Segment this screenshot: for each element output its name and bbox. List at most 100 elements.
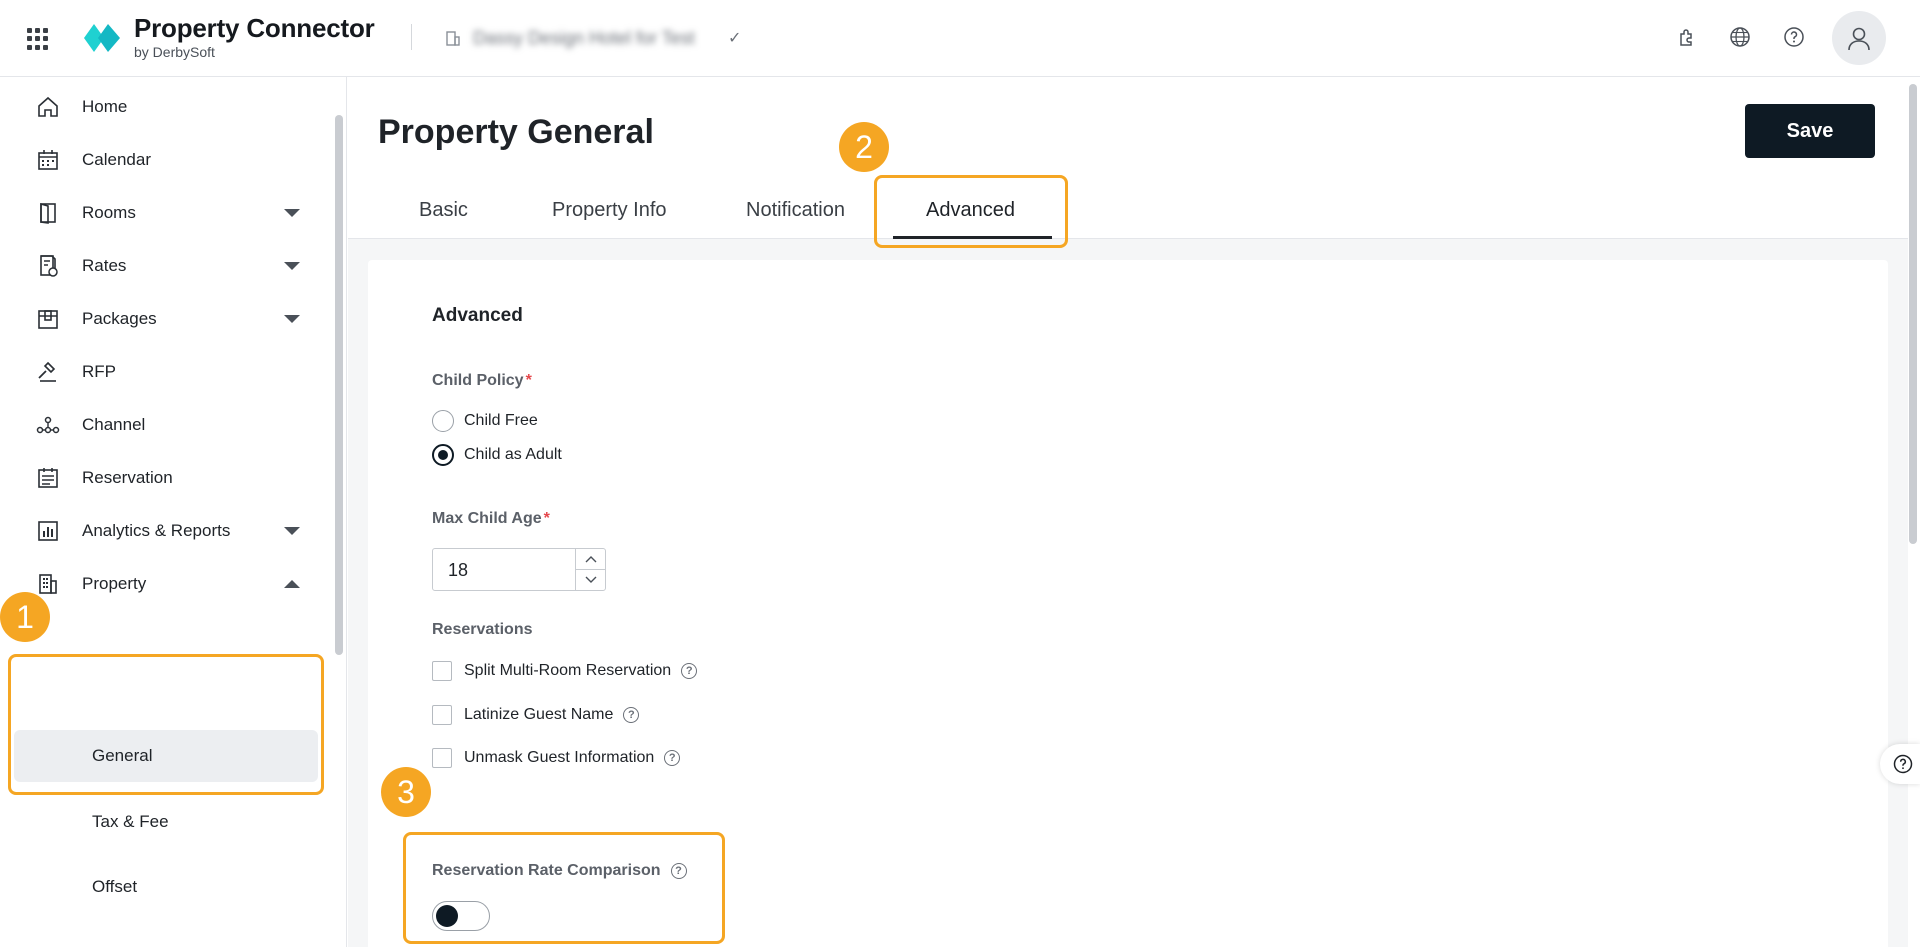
sidebar-item-label: Home [82, 97, 128, 116]
sidebar-item-label: Property [82, 574, 147, 593]
annotation-box-advanced-tab [874, 175, 1068, 248]
app-grid-icon[interactable] [27, 28, 49, 50]
chevron-up-icon[interactable] [284, 580, 300, 588]
radio-label: Child as Adult [464, 446, 562, 463]
annotation-badge: 2 [839, 122, 889, 172]
chevron-down-icon[interactable] [284, 315, 300, 323]
checkbox-label: Latinize Guest Name [464, 706, 614, 723]
floating-help-button[interactable] [1880, 744, 1920, 784]
annotation-badge: 3 [381, 767, 431, 817]
checkbox-label: Split Multi-Room Reservation [464, 662, 672, 679]
sidebar-item-label: Rooms [82, 203, 136, 222]
radio-button[interactable] [432, 410, 454, 432]
sidebar-item-label: Packages [82, 309, 157, 328]
reservations-label: Reservations [432, 621, 533, 638]
tab-basic[interactable]: Basic [419, 199, 468, 222]
globe-icon[interactable] [1727, 24, 1753, 50]
help-icon[interactable]: ? [623, 707, 640, 723]
sidebar-item-property[interactable]: Property [0, 558, 340, 610]
sidebar-item-label: Calendar [82, 150, 151, 169]
help-icon[interactable] [1781, 24, 1807, 50]
quantity-stepper[interactable] [575, 549, 606, 590]
checkbox-split-multi-room[interactable]: Split Multi-Room Reservation ? [432, 659, 698, 683]
reservation-icon [36, 466, 60, 490]
rates-icon [36, 254, 60, 278]
tab-property-info[interactable]: Property Info [552, 199, 667, 222]
puzzle-icon[interactable] [1673, 24, 1699, 50]
sidebar-item-channel[interactable]: Channel [0, 399, 340, 451]
main-content: Property General Save Basic Property Inf… [348, 77, 1908, 947]
checkbox[interactable] [432, 748, 452, 768]
sidebar-item-packages[interactable]: Packages [0, 293, 340, 345]
top-bar: Property Connector by DerbySoft Dassy De… [0, 0, 1920, 77]
sidebar-item-reservation[interactable]: Reservation [0, 452, 340, 504]
max-child-age-input[interactable]: 18 [432, 548, 606, 591]
sidebar-item-label: RFP [82, 362, 116, 381]
chevron-down-icon[interactable] [284, 209, 300, 217]
checkbox-latinize-guest-name[interactable]: Latinize Guest Name ? [432, 703, 640, 727]
header-divider [411, 24, 412, 50]
gavel-icon [36, 360, 60, 384]
required-mark: * [543, 510, 550, 527]
annotation-badge: 1 [0, 592, 50, 642]
max-child-age-label: Max Child Age * [432, 510, 550, 528]
radio-child-as-adult[interactable]: Child as Adult [432, 443, 562, 467]
home-icon [36, 95, 60, 119]
checkbox-unmask-guest-info[interactable]: Unmask Guest Information ? [432, 746, 681, 770]
sidebar-item-rooms[interactable]: Rooms [0, 187, 340, 239]
chevron-up-icon[interactable] [576, 549, 606, 569]
required-mark: * [525, 372, 532, 389]
chevron-down-icon[interactable] [284, 527, 300, 535]
radio-button-checked[interactable] [432, 444, 454, 466]
annotation-box-property [8, 654, 324, 795]
radio-label: Child Free [464, 412, 538, 429]
page-header: Property General Save Basic Property Inf… [348, 77, 1908, 239]
child-policy-label-text: Child Policy [432, 372, 524, 389]
sidebar-subitem-label: Tax & Fee [92, 812, 169, 831]
checkbox[interactable] [432, 705, 452, 725]
sidebar-item-calendar[interactable]: Calendar [0, 134, 340, 186]
help-icon[interactable]: ? [664, 750, 681, 766]
user-avatar[interactable] [1832, 11, 1886, 65]
checkbox-label: Unmask Guest Information [464, 749, 655, 766]
main-scrollbar[interactable] [1909, 84, 1917, 544]
chevron-down-icon[interactable] [284, 262, 300, 270]
brand-name: Property Connector [134, 13, 375, 43]
user-icon [1848, 27, 1870, 51]
sidebar-scrollbar[interactable] [335, 115, 343, 655]
sidebar-subitem-offset[interactable]: Offset [14, 861, 318, 913]
tab-notification[interactable]: Notification [746, 199, 845, 222]
chevron-down-icon[interactable] [576, 569, 606, 589]
hotel-selector[interactable]: Dassy Design Hotel for Test [473, 28, 695, 49]
sidebar-item-label: Channel [82, 415, 146, 434]
building-icon [36, 572, 60, 596]
page-title: Property General [378, 113, 654, 151]
sidebar-item-label: Analytics & Reports [82, 521, 231, 540]
sidebar-item-analytics-reports[interactable]: Analytics & Reports [0, 505, 340, 557]
child-policy-label: Child Policy * [432, 372, 532, 390]
sidebar-item-rfp[interactable]: RFP [0, 346, 340, 398]
building-icon [446, 31, 460, 46]
sidebar-item-label: Rates [82, 256, 127, 275]
sidebar-item-label: Reservation [82, 468, 173, 487]
derbysoft-logo-icon [84, 24, 120, 52]
sidebar-item-rates[interactable]: Rates [0, 240, 340, 292]
door-icon [36, 201, 60, 225]
sidebar-item-home[interactable]: Home [0, 81, 340, 133]
help-icon [1893, 754, 1913, 774]
sidebar-subitem-tax-fee[interactable]: Tax & Fee [14, 796, 318, 848]
annotation-box-rate-comparison [403, 832, 725, 944]
sidebar-subitem-label: Offset [92, 877, 138, 896]
max-child-age-value[interactable]: 18 [448, 560, 468, 581]
checkbox[interactable] [432, 661, 452, 681]
save-button[interactable]: Save [1745, 104, 1875, 158]
check-icon: ✓ [728, 30, 742, 47]
radio-child-free[interactable]: Child Free [432, 409, 538, 433]
section-title: Advanced [432, 305, 523, 326]
help-icon[interactable]: ? [681, 663, 698, 679]
package-icon [36, 307, 60, 331]
max-child-age-label-text: Max Child Age [432, 510, 542, 527]
brand-subtitle: by DerbySoft [134, 44, 215, 60]
analytics-icon [36, 519, 60, 543]
calendar-icon [36, 148, 60, 172]
